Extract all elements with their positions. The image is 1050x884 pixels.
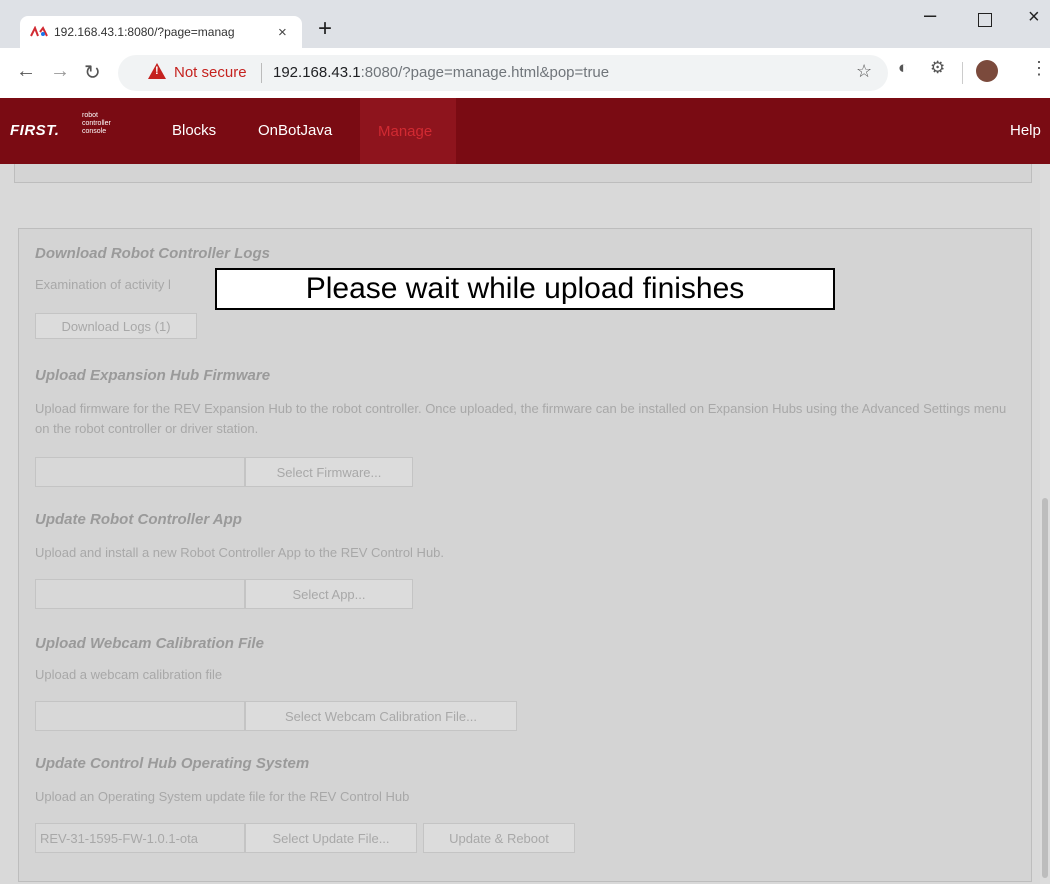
webcam-description: Upload a webcam calibration file [35, 667, 223, 682]
browser-toolbar: ← → ↻ ! Not secure 192.168.43.1:8080/?pa… [0, 48, 1050, 99]
logo-line-2: controller [82, 120, 111, 127]
bookmark-star-icon[interactable]: ☆ [856, 61, 872, 82]
extension-circle-icon[interactable]: ◐ [898, 58, 908, 78]
site-favicon-icon [30, 25, 48, 39]
close-window-icon[interactable]: × [1028, 6, 1040, 29]
address-bar[interactable]: ! Not secure 192.168.43.1:8080/?page=man… [118, 55, 888, 91]
url-text: 192.168.43.1:8080/?page=manage.html&pop=… [273, 64, 609, 81]
app-navbar: FIRST. robot controller console Blocks O… [0, 98, 1050, 164]
address-separator [261, 63, 262, 83]
select-webcam-calibration-button[interactable]: Select Webcam Calibration File... [245, 701, 517, 731]
browser-tabstrip: 192.168.43.1:8080/?page=manag × + – × [0, 0, 1050, 48]
os-file-field[interactable]: REV-31-1595-FW-1.0.1-ota [35, 823, 245, 853]
minimize-window-icon[interactable]: – [924, 2, 936, 28]
logo-line-3: console [82, 128, 107, 135]
not-secure-label[interactable]: Not secure [174, 64, 247, 81]
select-app-button[interactable]: Select App... [245, 579, 413, 609]
first-logo: FIRST. [10, 122, 60, 139]
update-reboot-button[interactable]: Update & Reboot [423, 823, 575, 853]
logs-title: Download Robot Controller Logs [35, 245, 270, 262]
scrollbar-thumb[interactable] [1042, 498, 1048, 878]
firmware-title: Upload Expansion Hub Firmware [35, 367, 271, 384]
browser-menu-icon[interactable]: ⋮ [1030, 58, 1048, 79]
warning-mark: ! [155, 65, 159, 77]
download-logs-button[interactable]: Download Logs (1) [35, 313, 197, 339]
nav-help[interactable]: Help [1010, 122, 1041, 139]
maximize-window-icon[interactable] [978, 13, 992, 27]
firmware-description: Upload firmware for the REV Expansion Hu… [35, 401, 1007, 436]
app-description: Upload and install a new Robot Controlle… [35, 545, 445, 560]
profile-avatar[interactable] [976, 60, 998, 82]
os-title: Update Control Hub Operating System [35, 755, 310, 772]
firmware-file-field[interactable] [35, 457, 245, 487]
robot-controller-console-logo: robot controller console [82, 112, 111, 136]
nav-blocks[interactable]: Blocks [172, 122, 216, 139]
tab-title: 192.168.43.1:8080/?page=manag [54, 25, 235, 39]
app-file-field[interactable] [35, 579, 245, 609]
reload-icon[interactable]: ↻ [84, 60, 101, 85]
app-title: Update Robot Controller App [35, 511, 242, 528]
toolbar-separator [962, 62, 963, 84]
webcam-title: Upload Webcam Calibration File [35, 635, 264, 652]
nav-onbotjava[interactable]: OnBotJava [258, 122, 332, 139]
url-path: :8080/?page=manage.html&pop=true [360, 64, 610, 81]
url-host: 192.168.43.1 [273, 64, 361, 81]
browser-tab[interactable]: 192.168.43.1:8080/?page=manag × [20, 16, 302, 48]
os-description: Upload an Operating System update file f… [35, 789, 410, 804]
nav-manage[interactable]: Manage [360, 98, 456, 164]
forward-arrow-icon[interactable]: → [50, 60, 70, 83]
select-update-file-button[interactable]: Select Update File... [245, 823, 417, 853]
manage-card: Download Robot Controller Logs Examinati… [18, 228, 1032, 882]
back-arrow-icon[interactable]: ← [16, 60, 36, 83]
extension-gear-icon[interactable]: ⚙ [930, 58, 945, 78]
select-firmware-button[interactable]: Select Firmware... [245, 457, 413, 487]
webcam-file-field[interactable] [35, 701, 245, 731]
upload-wait-message: Please wait while upload finishes [215, 268, 835, 310]
logo-line-1: robot [82, 112, 98, 119]
previous-card [14, 164, 1032, 183]
close-tab-icon[interactable]: × [278, 24, 287, 41]
new-tab-button[interactable]: + [318, 14, 332, 44]
